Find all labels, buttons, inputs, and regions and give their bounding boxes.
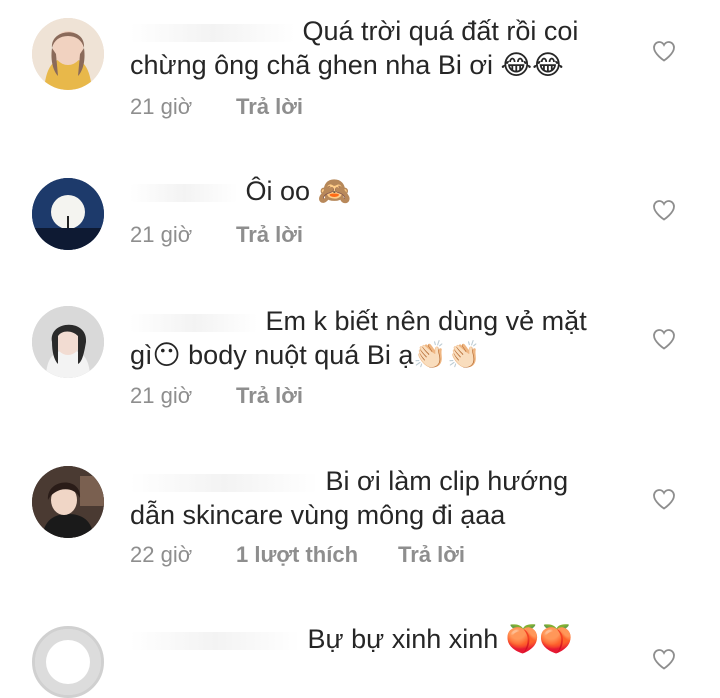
comment-text: Bự bự xinh xinh 🍑🍑	[130, 622, 610, 656]
comment-text: Bi ơi làm clip hướng dẫn skincare vùng m…	[130, 464, 610, 532]
reply-button[interactable]: Trả lời	[236, 94, 303, 120]
avatar-photo	[32, 18, 104, 90]
heart-icon[interactable]	[652, 648, 676, 670]
reply-button[interactable]: Trả lời	[236, 222, 303, 248]
avatar-photo	[32, 178, 104, 250]
default-avatar-icon	[35, 629, 101, 695]
avatar-photo	[32, 466, 104, 538]
comment-time: 21 giờ	[130, 222, 193, 247]
comment-username[interactable]	[130, 23, 295, 42]
comment-username[interactable]	[130, 313, 258, 332]
comment-meta: 21 giờ Trả lời	[130, 94, 303, 120]
comment-text: Ôi oo 🙈	[130, 174, 610, 208]
comment-body: Ôi oo 🙈	[245, 176, 352, 206]
comment-username[interactable]	[130, 473, 318, 492]
heart-icon[interactable]	[652, 488, 676, 510]
comment-meta: 21 giờ Trả lời	[130, 222, 303, 248]
reply-button[interactable]: Trả lời	[398, 542, 465, 568]
comment-time: 22 giờ	[130, 542, 193, 567]
reply-button[interactable]: Trả lời	[236, 383, 303, 409]
like-count[interactable]: 1 lượt thích	[236, 542, 398, 568]
avatar[interactable]	[32, 178, 104, 250]
comment-text: Quá trời quá đất rồi coi chừng ông chã g…	[130, 14, 610, 82]
avatar[interactable]	[32, 306, 104, 378]
comment-time: 21 giờ	[130, 94, 193, 119]
heart-icon[interactable]	[652, 328, 676, 350]
comment-body: Bự bự xinh xinh 🍑🍑	[307, 624, 573, 654]
comment-username[interactable]	[130, 631, 300, 650]
comment-meta: 21 giờ Trả lời	[130, 383, 303, 409]
comment-username[interactable]	[130, 183, 238, 202]
heart-icon[interactable]	[652, 199, 676, 221]
avatar[interactable]	[32, 626, 104, 698]
comment-text: Em k biết nên dùng vẻ mặt gì😶 body nuột …	[130, 304, 610, 372]
heart-icon[interactable]	[652, 40, 676, 62]
avatar-photo	[32, 306, 104, 378]
comment-time: 21 giờ	[130, 383, 193, 408]
comment-meta: 22 giờ 1 lượt thích Trả lời	[130, 542, 465, 568]
avatar[interactable]	[32, 466, 104, 538]
avatar[interactable]	[32, 18, 104, 90]
